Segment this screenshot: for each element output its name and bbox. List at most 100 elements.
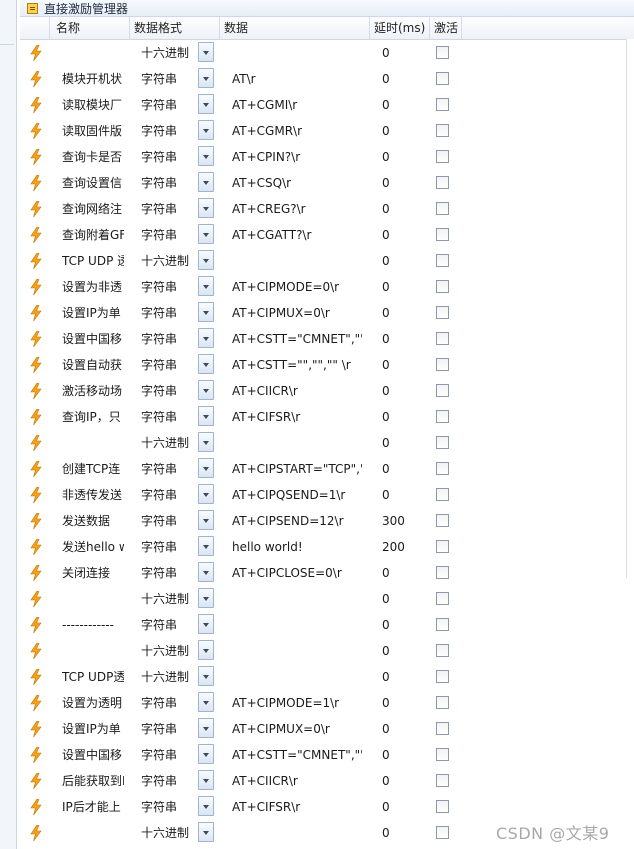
format-dropdown-button[interactable] [198,718,214,738]
lightning-bolt-icon[interactable] [30,196,46,222]
format-dropdown-button[interactable] [198,536,214,556]
row-data[interactable]: AT+CIPMUX=0\r [232,716,362,742]
lightning-bolt-icon[interactable] [30,66,46,92]
row-format[interactable]: 字符串 [141,326,197,352]
lightning-bolt-icon[interactable] [30,664,46,690]
row-data[interactable]: AT+CIPMODE=1\r [232,690,362,716]
row-name[interactable]: 激活移动场 [62,378,124,404]
row-data[interactable] [232,664,362,690]
row-data[interactable]: AT\r [232,66,362,92]
lightning-bolt-icon[interactable] [30,690,46,716]
row-data[interactable] [232,638,362,664]
row-data[interactable] [232,820,362,846]
format-dropdown-button[interactable] [198,198,214,218]
active-checkbox[interactable] [436,228,449,241]
active-checkbox[interactable] [436,488,449,501]
row-name[interactable]: 查询网络注 [62,196,124,222]
format-dropdown-button[interactable] [198,822,214,842]
lightning-bolt-icon[interactable] [30,92,46,118]
active-checkbox[interactable] [436,826,449,839]
row-name[interactable]: 设置IP为单 [62,300,124,326]
format-dropdown-button[interactable] [198,484,214,504]
row-format[interactable]: 字符串 [141,794,197,820]
format-dropdown-button[interactable] [198,250,214,270]
table-row[interactable]: 设置IP为单 字符串 AT+CIPMUX=0\r 0 [20,716,634,742]
row-data[interactable]: AT+CGMI\r [232,92,362,118]
row-data[interactable]: AT+CSTT="CMNET","" [232,326,362,352]
active-checkbox[interactable] [436,410,449,423]
lightning-bolt-icon[interactable] [30,378,46,404]
row-delay[interactable]: 0 [382,716,422,742]
header-data[interactable]: 数据 [220,17,370,39]
format-dropdown-button[interactable] [198,68,214,88]
row-name[interactable]: TCP UDP 透 [62,248,124,274]
active-checkbox[interactable] [436,774,449,787]
active-checkbox[interactable] [436,176,449,189]
table-row[interactable]: 非透传发送 字符串 AT+CIPQSEND=1\r 0 [20,482,634,508]
row-name[interactable]: 设置中国移 [62,326,124,352]
row-delay[interactable]: 200 [382,534,422,560]
table-row[interactable]: 模块开机状 字符串 AT\r 0 [20,66,634,92]
table-row[interactable]: 关闭连接 字符串 AT+CIPCLOSE=0\r 0 [20,560,634,586]
lightning-bolt-icon[interactable] [30,768,46,794]
row-delay[interactable]: 0 [382,196,422,222]
table-row[interactable]: 设置为非透 字符串 AT+CIPMODE=0\r 0 [20,274,634,300]
row-delay[interactable]: 0 [382,144,422,170]
active-checkbox[interactable] [436,72,449,85]
row-delay[interactable]: 0 [382,222,422,248]
active-checkbox[interactable] [436,150,449,163]
lightning-bolt-icon[interactable] [30,560,46,586]
lightning-bolt-icon[interactable] [30,820,46,846]
row-format[interactable]: 十六进制 [141,664,197,690]
lightning-bolt-icon[interactable] [30,326,46,352]
active-checkbox[interactable] [436,592,449,605]
row-name[interactable] [62,40,124,66]
table-row[interactable]: 查询设置信 字符串 AT+CSQ\r 0 [20,170,634,196]
row-delay[interactable]: 0 [382,794,422,820]
row-format[interactable]: 十六进制 [141,430,197,456]
format-dropdown-button[interactable] [198,770,214,790]
active-checkbox[interactable] [436,436,449,449]
row-data[interactable]: AT+CIPQSEND=1\r [232,482,362,508]
active-checkbox[interactable] [436,306,449,319]
row-delay[interactable]: 0 [382,274,422,300]
row-delay[interactable]: 0 [382,560,422,586]
row-data[interactable]: AT+CSTT="","","" \r [232,352,362,378]
active-checkbox[interactable] [436,462,449,475]
table-row[interactable]: ------------ 字符串 0 [20,612,634,638]
table-row[interactable]: 查询卡是否 字符串 AT+CPIN?\r 0 [20,144,634,170]
table-row[interactable]: IP后才能上 字符串 AT+CIFSR\r 0 [20,794,634,820]
row-delay[interactable]: 0 [382,612,422,638]
active-checkbox[interactable] [436,618,449,631]
row-name[interactable] [62,820,124,846]
row-delay[interactable]: 0 [382,118,422,144]
format-dropdown-button[interactable] [198,302,214,322]
lightning-bolt-icon[interactable] [30,742,46,768]
row-format[interactable]: 字符串 [141,378,197,404]
row-format[interactable]: 字符串 [141,716,197,742]
row-format[interactable]: 十六进制 [141,638,197,664]
lightning-bolt-icon[interactable] [30,300,46,326]
header-name[interactable]: 名称 [50,17,130,39]
row-name[interactable]: 设置自动获 [62,352,124,378]
table-row[interactable]: 设置为透明 字符串 AT+CIPMODE=1\r 0 [20,690,634,716]
row-delay[interactable]: 0 [382,768,422,794]
row-name[interactable]: 后能获取到I [62,768,124,794]
row-delay[interactable]: 0 [382,378,422,404]
header-format[interactable]: 数据格式 [130,17,220,39]
row-data[interactable]: AT+CIPSTART="TCP",' [232,456,362,482]
active-checkbox[interactable] [436,540,449,553]
row-name[interactable]: 模块开机状 [62,66,124,92]
row-name[interactable]: 发送hello w [62,534,124,560]
row-delay[interactable]: 0 [382,664,422,690]
row-name[interactable]: 关闭连接 [62,560,124,586]
row-delay[interactable]: 0 [382,404,422,430]
row-name[interactable]: 读取模块厂 [62,92,124,118]
row-data[interactable]: AT+CPIN?\r [232,144,362,170]
lightning-bolt-icon[interactable] [30,40,46,66]
format-dropdown-button[interactable] [198,796,214,816]
format-dropdown-button[interactable] [198,380,214,400]
row-delay[interactable]: 0 [382,92,422,118]
row-name[interactable]: 设置为透明 [62,690,124,716]
row-data[interactable] [232,586,362,612]
